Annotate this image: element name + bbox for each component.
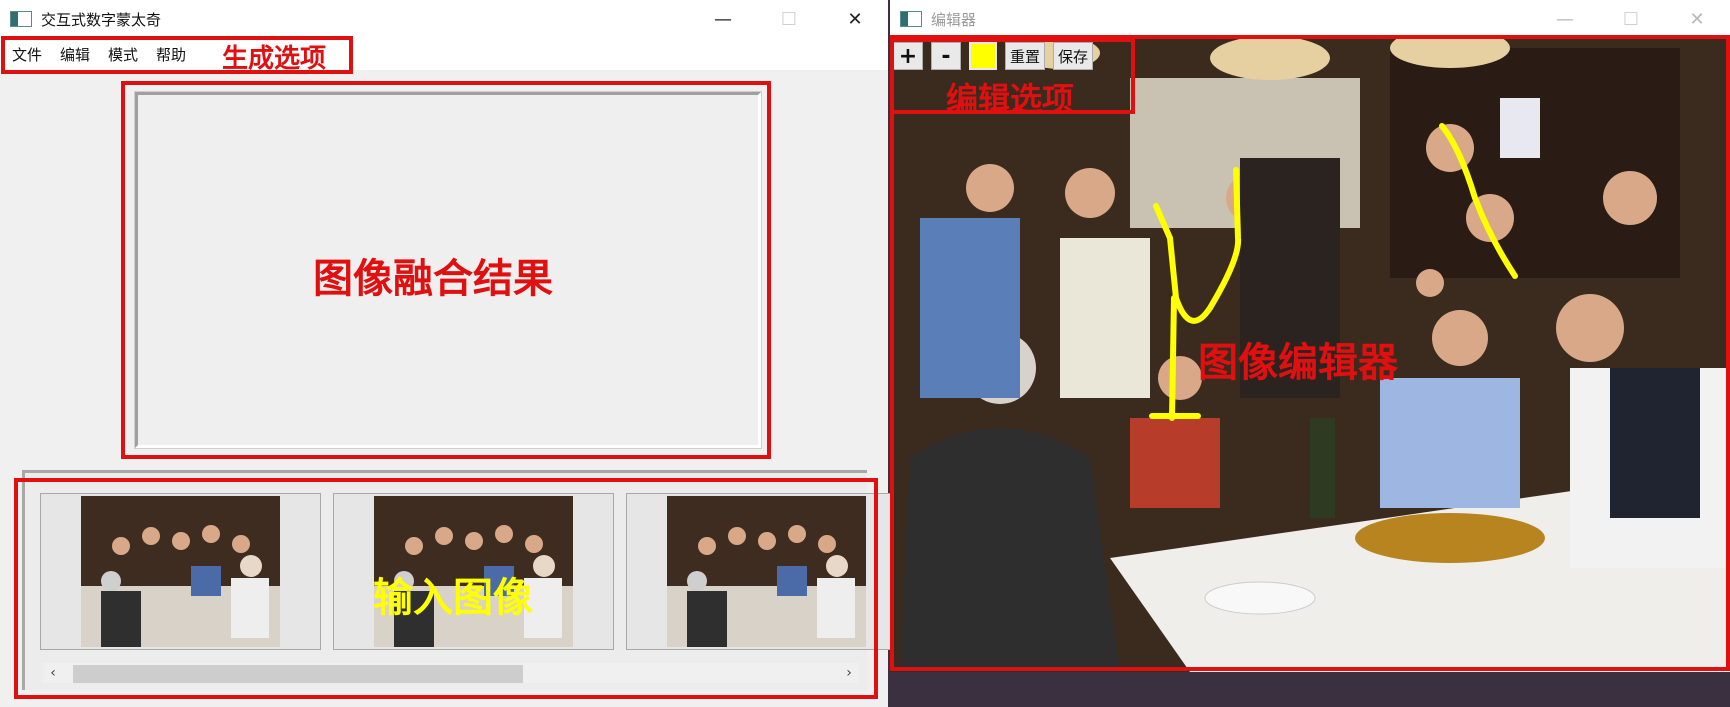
- editor-annotation-label: 图像编辑器: [1198, 340, 1398, 386]
- app-icon: [10, 11, 32, 27]
- app-icon: [900, 11, 922, 27]
- editor-titlebar: 编辑器 — ☐ ✕: [890, 0, 1730, 38]
- mosaic-window: 交互式数字蒙太奇 — ☐ ✕ 文件 编辑 模式 帮助 生成选项 图像融合结果 ‹…: [0, 0, 907, 707]
- minimize-button[interactable]: —: [1532, 0, 1598, 38]
- menu-annotation-label: 生成选项: [222, 44, 327, 74]
- minimize-button[interactable]: —: [690, 0, 756, 38]
- mosaic-titlebar: 交互式数字蒙太奇 — ☐ ✕: [0, 0, 888, 38]
- maximize-button[interactable]: ☐: [1598, 0, 1664, 38]
- thumbs-annotation-label: 输入图像: [373, 575, 533, 621]
- result-annotation-label: 图像融合结果: [313, 256, 553, 302]
- editor-window: 编辑器 — ☐ ✕ + - 重置 保存 编辑选项 图像编辑器: [890, 0, 1730, 672]
- close-button[interactable]: ✕: [822, 0, 888, 38]
- maximize-button[interactable]: ☐: [756, 0, 822, 38]
- window-title: 交互式数字蒙太奇: [41, 10, 162, 29]
- close-button[interactable]: ✕: [1664, 0, 1730, 38]
- editor-title: 编辑器: [931, 10, 977, 29]
